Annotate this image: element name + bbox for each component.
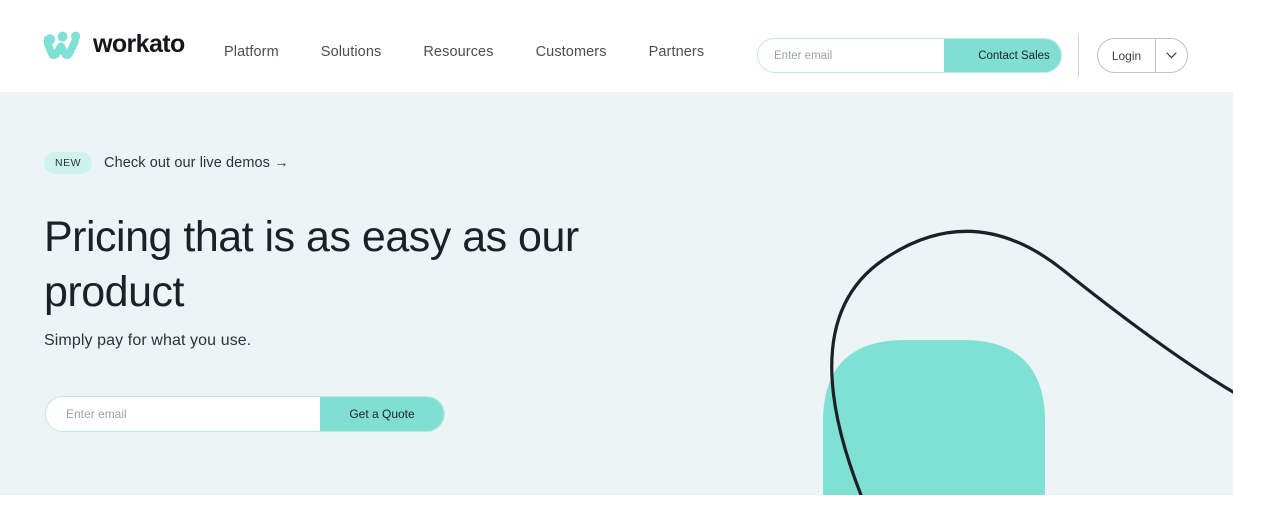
hero-decoration — [823, 229, 1233, 495]
header-email-form: Contact Sales — [757, 38, 1062, 73]
nav-item-solutions[interactable]: Solutions — [321, 44, 382, 60]
hero-email-input[interactable] — [46, 397, 320, 431]
page-subtitle: Simply pay for what you use. — [44, 332, 252, 349]
nav-item-platform[interactable]: Platform — [224, 44, 279, 60]
header-divider — [1078, 34, 1079, 77]
login-group: Login — [1097, 38, 1188, 73]
nav-item-resources[interactable]: Resources — [423, 44, 493, 60]
logo-wordmark: workato — [93, 30, 185, 58]
status-badge: NEW — [44, 152, 92, 174]
workato-logo[interactable]: workato — [44, 30, 185, 59]
hero-email-form: Get a Quote — [45, 396, 445, 432]
nav-item-customers[interactable]: Customers — [536, 44, 607, 60]
pricing-landing-page: workato Platform Solutions Resources Cus… — [0, 0, 1286, 510]
chevron-down-icon[interactable] — [1156, 39, 1187, 72]
announcement-text: Check out our live demos → — [104, 155, 289, 171]
get-a-quote-button[interactable]: Get a Quote — [320, 397, 444, 431]
header-email-input[interactable] — [758, 39, 944, 72]
site-header: workato Platform Solutions Resources Cus… — [0, 0, 1286, 92]
hero-section: NEW Check out our live demos → Pricing t… — [0, 92, 1233, 495]
announcement-link[interactable]: NEW Check out our live demos → — [44, 152, 289, 174]
main-nav: Platform Solutions Resources Customers P… — [224, 44, 704, 60]
workato-w-logo-icon — [44, 31, 84, 59]
nav-item-partners[interactable]: Partners — [649, 44, 705, 60]
page-title: Pricing that is as easy as our product — [44, 213, 579, 317]
contact-sales-button[interactable]: Contact Sales — [944, 39, 1061, 72]
login-button[interactable]: Login — [1098, 39, 1155, 72]
